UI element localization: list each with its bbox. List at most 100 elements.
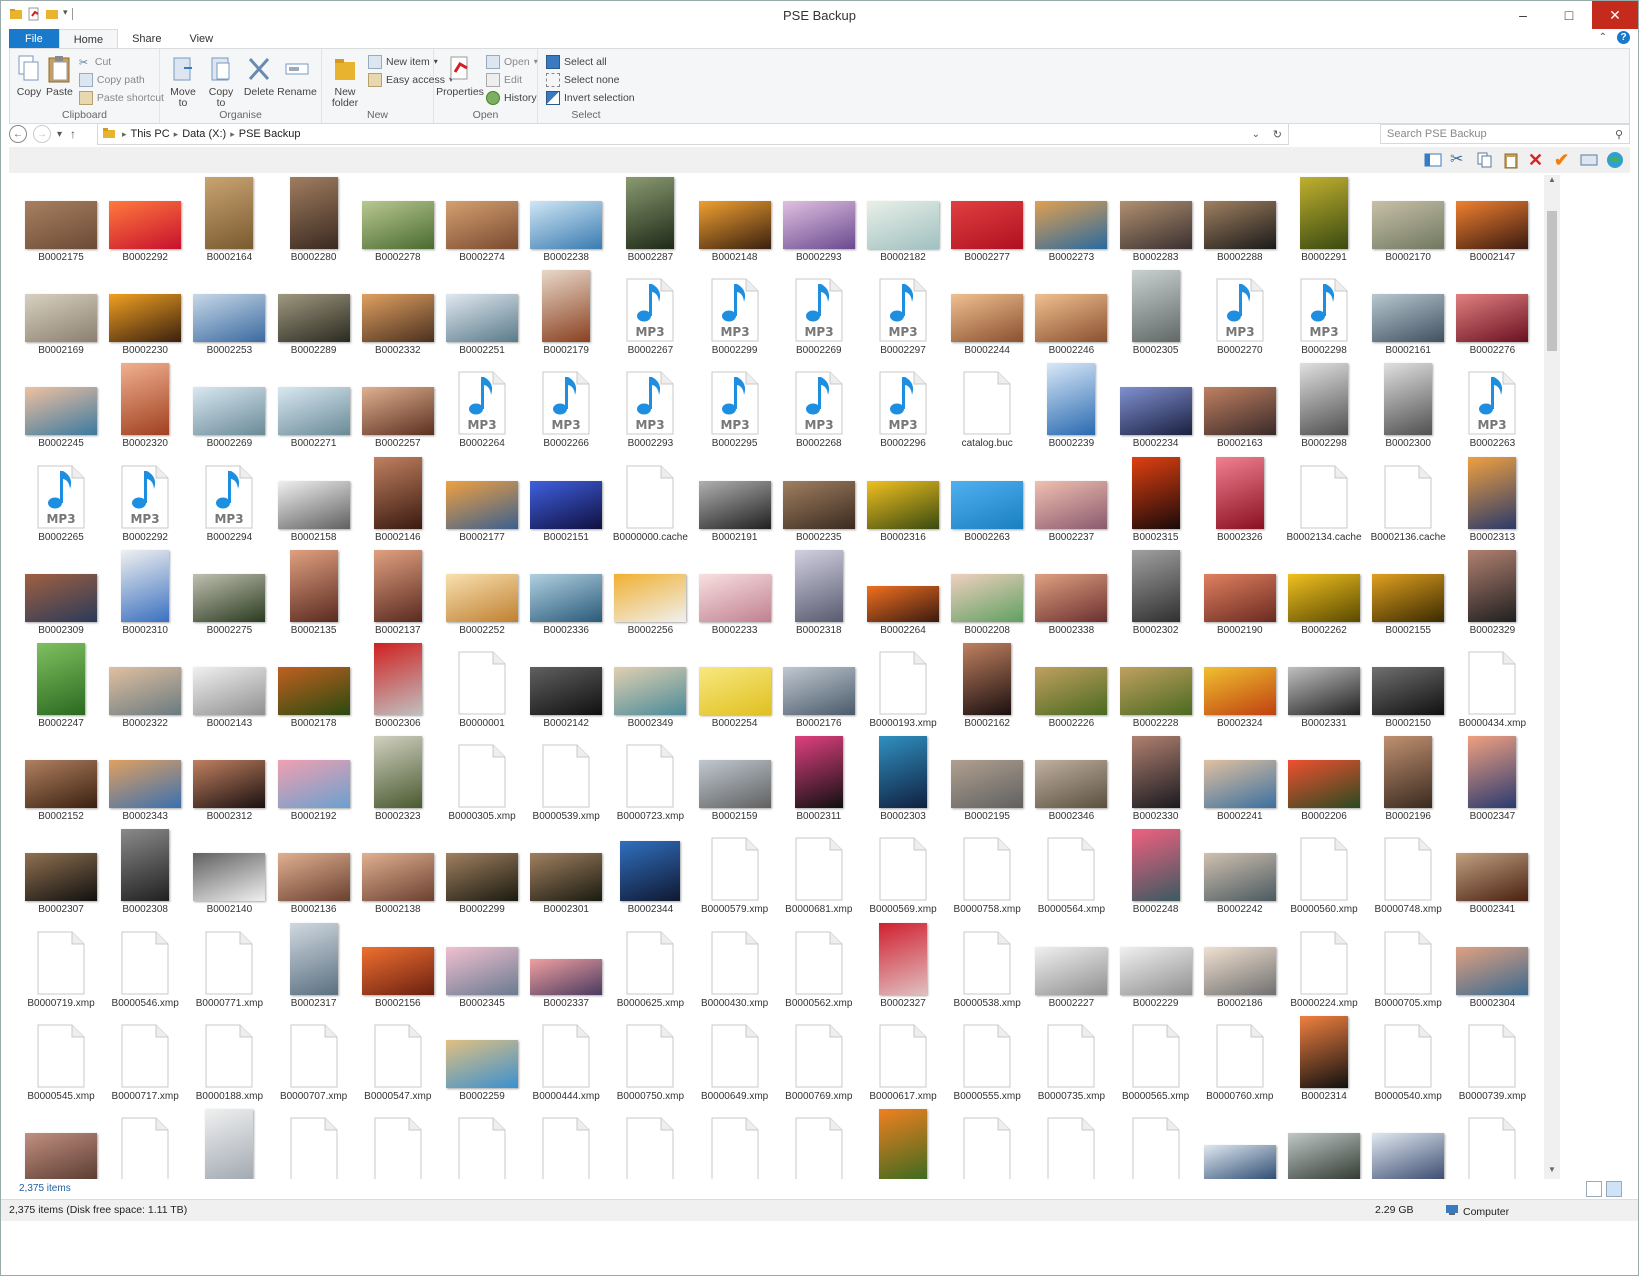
address-dropdown-icon[interactable]: ⌄ bbox=[1252, 129, 1260, 140]
open-button[interactable]: Open ▾ bbox=[486, 54, 538, 69]
file-item[interactable]: B0002150 bbox=[1366, 641, 1450, 733]
copy-path-button[interactable]: Copy path bbox=[78, 72, 164, 87]
file-item[interactable]: B0002169 bbox=[19, 268, 103, 360]
file-item[interactable]: B0000649.xmp bbox=[693, 1014, 777, 1106]
recent-locations-dropdown[interactable]: ▾ bbox=[57, 129, 62, 140]
file-item[interactable]: B0002176 bbox=[777, 641, 861, 733]
file-item[interactable]: MP3 B0002264 bbox=[440, 361, 524, 453]
file-item[interactable]: B0002346 bbox=[1029, 734, 1113, 826]
file-item[interactable]: MP3 B0002293 bbox=[608, 361, 692, 453]
file-item[interactable]: B0002244 bbox=[945, 268, 1029, 360]
file-item[interactable]: B0002324 bbox=[1198, 641, 1282, 733]
file-item[interactable]: B0000193.xmp bbox=[861, 641, 945, 733]
file-item[interactable]: B0002327 bbox=[861, 921, 945, 1013]
file-item[interactable]: B0000719.xmp bbox=[19, 921, 103, 1013]
file-item[interactable]: B0002257 bbox=[356, 361, 440, 453]
file-item[interactable]: B0002264 bbox=[861, 548, 945, 640]
file-item[interactable]: B0000562.xmp bbox=[777, 921, 861, 1013]
file-item[interactable]: MP3 B0002298 bbox=[1282, 268, 1366, 360]
file-item[interactable]: B0002147 bbox=[1450, 175, 1534, 267]
file-item[interactable]: B0002136.cache bbox=[1366, 455, 1450, 547]
file-item[interactable]: B0002289 bbox=[272, 268, 356, 360]
file-item[interactable]: B0000735.xmp bbox=[1029, 1014, 1113, 1106]
file-item[interactable]: B0002332 bbox=[356, 268, 440, 360]
file-item[interactable]: B0002310 bbox=[103, 548, 187, 640]
cut-button[interactable]: ✂ Cut bbox=[79, 54, 164, 69]
file-item[interactable]: B0002291 bbox=[1282, 175, 1366, 267]
file-item[interactable]: B0002306 bbox=[356, 641, 440, 733]
vertical-scrollbar[interactable]: ▲ ▼ bbox=[1544, 175, 1560, 1179]
file-item[interactable]: B0002320 bbox=[103, 361, 187, 453]
file-item[interactable]: B0002237 bbox=[1029, 455, 1113, 547]
file-item[interactable]: B0002241 bbox=[1198, 734, 1282, 826]
file-item[interactable]: B0002302 bbox=[1114, 548, 1198, 640]
file-item[interactable] bbox=[608, 1107, 692, 1179]
file-item[interactable]: B0002345 bbox=[440, 921, 524, 1013]
file-item[interactable]: B0000547.xmp bbox=[356, 1014, 440, 1106]
file-item[interactable]: B0002313 bbox=[1450, 455, 1534, 547]
file-item[interactable]: B0002239 bbox=[1029, 361, 1113, 453]
scroll-up-icon[interactable]: ▲ bbox=[1544, 175, 1560, 189]
select-all-button[interactable]: Select all bbox=[546, 54, 635, 69]
file-item[interactable]: B0002263 bbox=[945, 455, 1029, 547]
file-item[interactable]: B0002311 bbox=[777, 734, 861, 826]
file-item[interactable]: B0002238 bbox=[524, 175, 608, 267]
file-item[interactable]: B0002347 bbox=[1450, 734, 1534, 826]
edit-button[interactable]: Edit bbox=[486, 72, 538, 87]
file-item[interactable]: B0000539.xmp bbox=[524, 734, 608, 826]
file-item[interactable]: B0002206 bbox=[1282, 734, 1366, 826]
file-item[interactable]: B0002233 bbox=[693, 548, 777, 640]
file-item[interactable]: B0000430.xmp bbox=[693, 921, 777, 1013]
file-item[interactable]: B0002300 bbox=[1366, 361, 1450, 453]
file-item[interactable] bbox=[524, 1107, 608, 1179]
large-icons-view-icon[interactable] bbox=[1606, 1181, 1622, 1197]
help-icon[interactable]: ? bbox=[1617, 31, 1630, 44]
checkmark-icon[interactable]: ✔ bbox=[1554, 151, 1572, 169]
file-item[interactable]: B0002191 bbox=[693, 455, 777, 547]
file-item[interactable]: catalog.buc bbox=[945, 361, 1029, 453]
file-item[interactable]: B0002337 bbox=[524, 921, 608, 1013]
file-item[interactable]: B0002315 bbox=[1114, 455, 1198, 547]
file-item[interactable] bbox=[777, 1107, 861, 1179]
breadcrumb-this-pc[interactable]: This PC bbox=[131, 128, 170, 140]
file-item[interactable]: MP3 B0002295 bbox=[693, 361, 777, 453]
file-item[interactable]: B0002314 bbox=[1282, 1014, 1366, 1106]
address-bar[interactable]: ▸ This PC ▸ Data (X:) ▸ PSE Backup ⌄ ↻ bbox=[97, 123, 1289, 145]
file-item[interactable]: B0000707.xmp bbox=[272, 1014, 356, 1106]
file-item[interactable]: B0002137 bbox=[356, 548, 440, 640]
window-icon[interactable] bbox=[1580, 151, 1598, 169]
file-item[interactable] bbox=[440, 1107, 524, 1179]
file-item[interactable]: B0002349 bbox=[608, 641, 692, 733]
file-item[interactable]: B0000758.xmp bbox=[945, 827, 1029, 919]
file-item[interactable]: B0002336 bbox=[524, 548, 608, 640]
file-item[interactable]: MP3 B0002267 bbox=[608, 268, 692, 360]
scroll-down-icon[interactable]: ▼ bbox=[1544, 1165, 1560, 1179]
file-item[interactable]: B0000717.xmp bbox=[103, 1014, 187, 1106]
invert-selection-button[interactable]: Invert selection bbox=[546, 90, 635, 105]
file-item[interactable]: B0000723.xmp bbox=[608, 734, 692, 826]
file-item[interactable]: B0002228 bbox=[1114, 641, 1198, 733]
file-item[interactable]: MP3 B0002270 bbox=[1198, 268, 1282, 360]
file-item[interactable] bbox=[103, 1107, 187, 1179]
file-item[interactable]: B0002253 bbox=[187, 268, 271, 360]
file-item[interactable]: B0002246 bbox=[1029, 268, 1113, 360]
file-item[interactable]: B0000540.xmp bbox=[1366, 1014, 1450, 1106]
file-item[interactable]: B0002152 bbox=[19, 734, 103, 826]
breadcrumb-pse-backup[interactable]: PSE Backup bbox=[239, 128, 301, 140]
file-item[interactable]: B0002162 bbox=[945, 641, 1029, 733]
file-item[interactable]: B0002307 bbox=[19, 827, 103, 919]
up-button[interactable]: ↑ bbox=[70, 127, 76, 141]
file-item[interactable]: B0002142 bbox=[524, 641, 608, 733]
file-item[interactable]: B0002245 bbox=[19, 361, 103, 453]
file-item[interactable]: B0002252 bbox=[440, 548, 524, 640]
file-item[interactable]: B0002178 bbox=[272, 641, 356, 733]
file-item[interactable]: B0002190 bbox=[1198, 548, 1282, 640]
tab-home[interactable]: Home bbox=[58, 29, 119, 49]
scrollbar-thumb[interactable] bbox=[1547, 211, 1557, 351]
file-item[interactable]: B0002254 bbox=[693, 641, 777, 733]
file-item[interactable]: MP3 B0002266 bbox=[524, 361, 608, 453]
file-item[interactable]: MP3 B0002299 bbox=[693, 268, 777, 360]
file-item[interactable]: B0002274 bbox=[440, 175, 524, 267]
file-item[interactable]: B0002175 bbox=[19, 175, 103, 267]
file-item[interactable]: MP3 B0002292 bbox=[103, 455, 187, 547]
